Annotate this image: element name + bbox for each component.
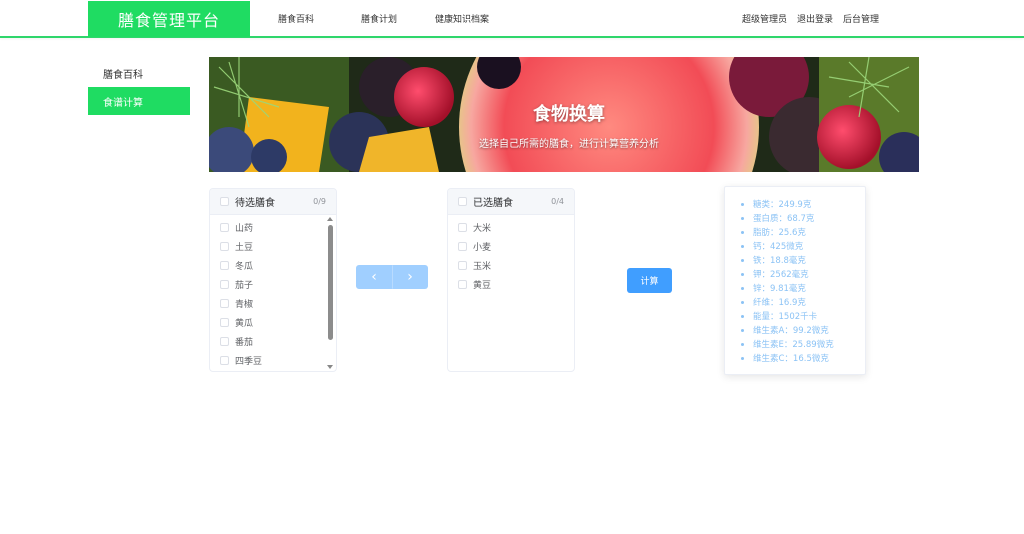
item-checkbox[interactable]: [220, 318, 229, 327]
banner: 食物换算 选择自己所需的膳食，进行计算营养分析: [209, 57, 919, 172]
available-foods-title: 待选膳食: [235, 198, 275, 209]
nutrition-result-card: 糖类：249.9克 蛋白质：68.7克 脂肪：25.6克 钙：425微克 铁：1…: [724, 186, 866, 375]
list-item[interactable]: 茄子: [210, 275, 336, 294]
list-item[interactable]: 大米: [448, 218, 574, 237]
item-checkbox[interactable]: [458, 261, 467, 270]
available-foods-count: 0/9: [313, 197, 326, 206]
list-item: 纤维：16.9克: [741, 296, 865, 310]
calculate-button[interactable]: 计算: [627, 268, 672, 293]
sidebar-item-recipe-calc[interactable]: 食谱计算: [88, 87, 190, 115]
nav-user-admin[interactable]: 超级管理员: [742, 12, 787, 25]
nav-item-diet-encyclopedia[interactable]: 膳食百科: [278, 12, 314, 25]
selected-foods-header: 已选膳食 0/4: [448, 189, 574, 215]
scroll-up-arrow-icon[interactable]: [327, 217, 333, 221]
scrollbar-thumb[interactable]: [328, 225, 333, 340]
sidebar-item-diet-encyclopedia[interactable]: 膳食百科: [88, 59, 190, 87]
nutrition-result-list: 糖类：249.9克 蛋白质：68.7克 脂肪：25.6克 钙：425微克 铁：1…: [725, 187, 865, 366]
list-item[interactable]: 黄瓜: [210, 313, 336, 332]
item-checkbox[interactable]: [458, 223, 467, 232]
list-item[interactable]: 番茄: [210, 332, 336, 351]
banner-title: 食物换算: [533, 104, 605, 125]
list-item[interactable]: 土豆: [210, 237, 336, 256]
item-checkbox[interactable]: [458, 242, 467, 251]
available-foods-header: 待选膳食 0/9: [210, 189, 336, 215]
app-logo[interactable]: 膳食管理平台: [88, 1, 250, 37]
list-item: 脂肪：25.6克: [741, 226, 865, 240]
item-checkbox[interactable]: [220, 242, 229, 251]
list-item: 能量：1502千卡: [741, 310, 865, 324]
chevron-left-icon: ‹: [371, 269, 377, 285]
nav-item-health-archive[interactable]: 健康知识档案: [435, 12, 489, 25]
list-item[interactable]: 玉米: [448, 256, 574, 275]
list-item: 维生素C：16.5微克: [741, 352, 865, 366]
item-checkbox[interactable]: [220, 261, 229, 270]
list-item[interactable]: 小麦: [448, 237, 574, 256]
move-left-button[interactable]: ‹: [356, 265, 392, 289]
item-checkbox[interactable]: [220, 299, 229, 308]
nav-backend[interactable]: 后台管理: [843, 12, 879, 25]
move-right-button[interactable]: ›: [392, 265, 428, 289]
list-item[interactable]: 青椒: [210, 294, 336, 313]
list-item: 钾：2562毫克: [741, 268, 865, 282]
select-all-selected-checkbox[interactable]: [458, 197, 467, 206]
item-checkbox[interactable]: [220, 356, 229, 365]
available-foods-panel: 待选膳食 0/9 山药 土豆 冬瓜 茄子 青椒 黄瓜 番茄 四季豆: [209, 188, 337, 372]
nav-item-diet-plan[interactable]: 膳食计划: [361, 12, 397, 25]
list-item: 糖类：249.9克: [741, 198, 865, 212]
item-checkbox[interactable]: [220, 337, 229, 346]
select-all-available-checkbox[interactable]: [220, 197, 229, 206]
list-item: 锌：9.81毫克: [741, 282, 865, 296]
banner-subtitle: 选择自己所需的膳食，进行计算营养分析: [479, 139, 659, 150]
selected-foods-count: 0/4: [551, 197, 564, 206]
chevron-right-icon: ›: [407, 269, 413, 285]
list-item[interactable]: 黄豆: [448, 275, 574, 294]
list-item[interactable]: 冬瓜: [210, 256, 336, 275]
list-item: 维生素E：25.89微克: [741, 338, 865, 352]
selected-foods-title: 已选膳食: [473, 198, 513, 209]
nav-logout[interactable]: 退出登录: [797, 12, 833, 25]
list-item[interactable]: 山药: [210, 218, 336, 237]
item-checkbox[interactable]: [220, 280, 229, 289]
list-item: 钙：425微克: [741, 240, 865, 254]
selected-foods-list: 大米 小麦 玉米 黄豆: [448, 215, 574, 371]
selected-foods-panel: 已选膳食 0/4 大米 小麦 玉米 黄豆: [447, 188, 575, 372]
scroll-down-arrow-icon[interactable]: [327, 365, 333, 369]
top-navbar: 膳食管理平台 膳食百科 膳食计划 健康知识档案 超级管理员 退出登录 后台管理: [0, 0, 1024, 38]
item-checkbox[interactable]: [458, 280, 467, 289]
item-checkbox[interactable]: [220, 223, 229, 232]
list-item: 维生素A：99.2微克: [741, 324, 865, 338]
list-item[interactable]: 四季豆: [210, 351, 336, 370]
available-foods-list: 山药 土豆 冬瓜 茄子 青椒 黄瓜 番茄 四季豆: [210, 215, 336, 371]
list-item: 蛋白质：68.7克: [741, 212, 865, 226]
list-item: 铁：18.8毫克: [741, 254, 865, 268]
